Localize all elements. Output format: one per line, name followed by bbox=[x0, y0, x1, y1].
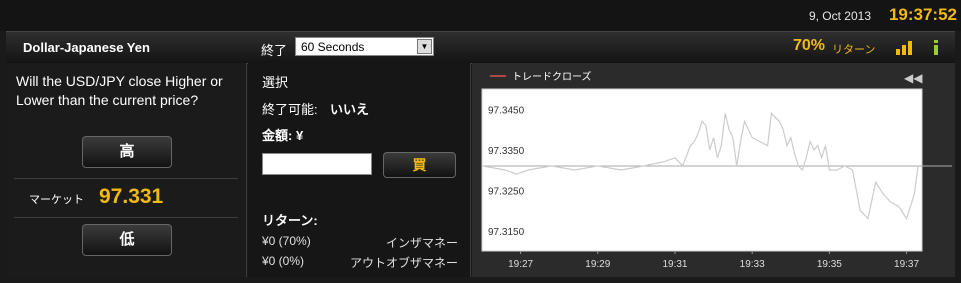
market-price-box: マーケット 97.331 bbox=[14, 178, 238, 218]
info-icon[interactable] bbox=[926, 38, 946, 56]
trade-panel: 選択 終了可能: いいえ 金額: ¥ 買 リターン: ¥0 (70%) インザマ… bbox=[248, 63, 471, 277]
market-label: マーケット bbox=[29, 194, 84, 206]
buy-button[interactable]: 買 bbox=[383, 152, 456, 178]
return-percentage: 70% bbox=[793, 37, 826, 54]
x-tick-label: 19:35 bbox=[817, 259, 842, 270]
rewind-icon[interactable]: ◀◀ bbox=[904, 71, 923, 85]
out-money-value: ¥0 (0%) bbox=[262, 254, 305, 268]
returns-title: リターン: bbox=[262, 213, 318, 228]
y-tick-label: 97.3450 bbox=[488, 105, 525, 116]
y-tick-label: 97.3150 bbox=[488, 227, 525, 238]
price-chart: トレードクローズ ◀◀ 97.3450 97.3350 97.3250 97.3150 19… bbox=[472, 63, 955, 277]
x-tick-label: 19:33 bbox=[740, 259, 765, 270]
legend-label: トレードクローズ bbox=[512, 70, 592, 83]
dropdown-arrow-icon[interactable]: ▼ bbox=[417, 39, 432, 54]
expiry-select-value: 60 Seconds bbox=[301, 40, 365, 54]
expiry-possible-value: いいえ bbox=[330, 102, 370, 117]
return-label: リターン bbox=[832, 44, 876, 56]
in-money-value: ¥0 (70%) bbox=[262, 234, 311, 248]
expiry-possible-label: 終了可能: bbox=[262, 102, 318, 117]
y-tick-label: 97.3350 bbox=[488, 146, 525, 157]
current-date: 9, Oct 2013 bbox=[808, 9, 871, 23]
price-chart-svg: トレードクローズ ◀◀ 97.3450 97.3350 97.3250 97.3150 19… bbox=[481, 70, 952, 270]
plot-area bbox=[481, 88, 923, 252]
x-tick-label: 19:31 bbox=[662, 259, 687, 270]
current-time: 19:37:52 bbox=[888, 5, 957, 24]
top-bar: 9, Oct 2013 19:37:52 bbox=[0, 0, 961, 31]
market-price: 97.331 bbox=[99, 185, 164, 208]
x-tick-label: 19:37 bbox=[894, 259, 919, 270]
signal-bars-icon[interactable] bbox=[894, 38, 914, 56]
expiry-label: 終了 bbox=[261, 43, 288, 58]
high-button[interactable]: 高 bbox=[82, 136, 172, 168]
y-tick-label: 97.3250 bbox=[488, 186, 525, 197]
prediction-question: Will the USD/JPY close Higher or Lower t… bbox=[16, 73, 223, 108]
out-money-label: アウトオブザマネー bbox=[349, 256, 458, 270]
amount-label: 金額: ¥ bbox=[262, 128, 304, 143]
low-button[interactable]: 低 bbox=[82, 224, 172, 256]
selection-label: 選択 bbox=[262, 75, 289, 90]
instrument-header: Dollar-Japanese Yen 終了 60 Seconds ▼ 70% … bbox=[6, 31, 955, 64]
in-money-label: インザマネー bbox=[385, 236, 458, 250]
prediction-panel: Will the USD/JPY close Higher or Lower t… bbox=[6, 63, 247, 277]
amount-input[interactable] bbox=[262, 153, 372, 175]
x-tick-label: 19:29 bbox=[585, 259, 610, 270]
instrument-name: Dollar-Japanese Yen bbox=[23, 40, 150, 55]
x-tick-label: 19:27 bbox=[508, 259, 533, 270]
expiry-select[interactable]: 60 Seconds ▼ bbox=[295, 37, 434, 56]
